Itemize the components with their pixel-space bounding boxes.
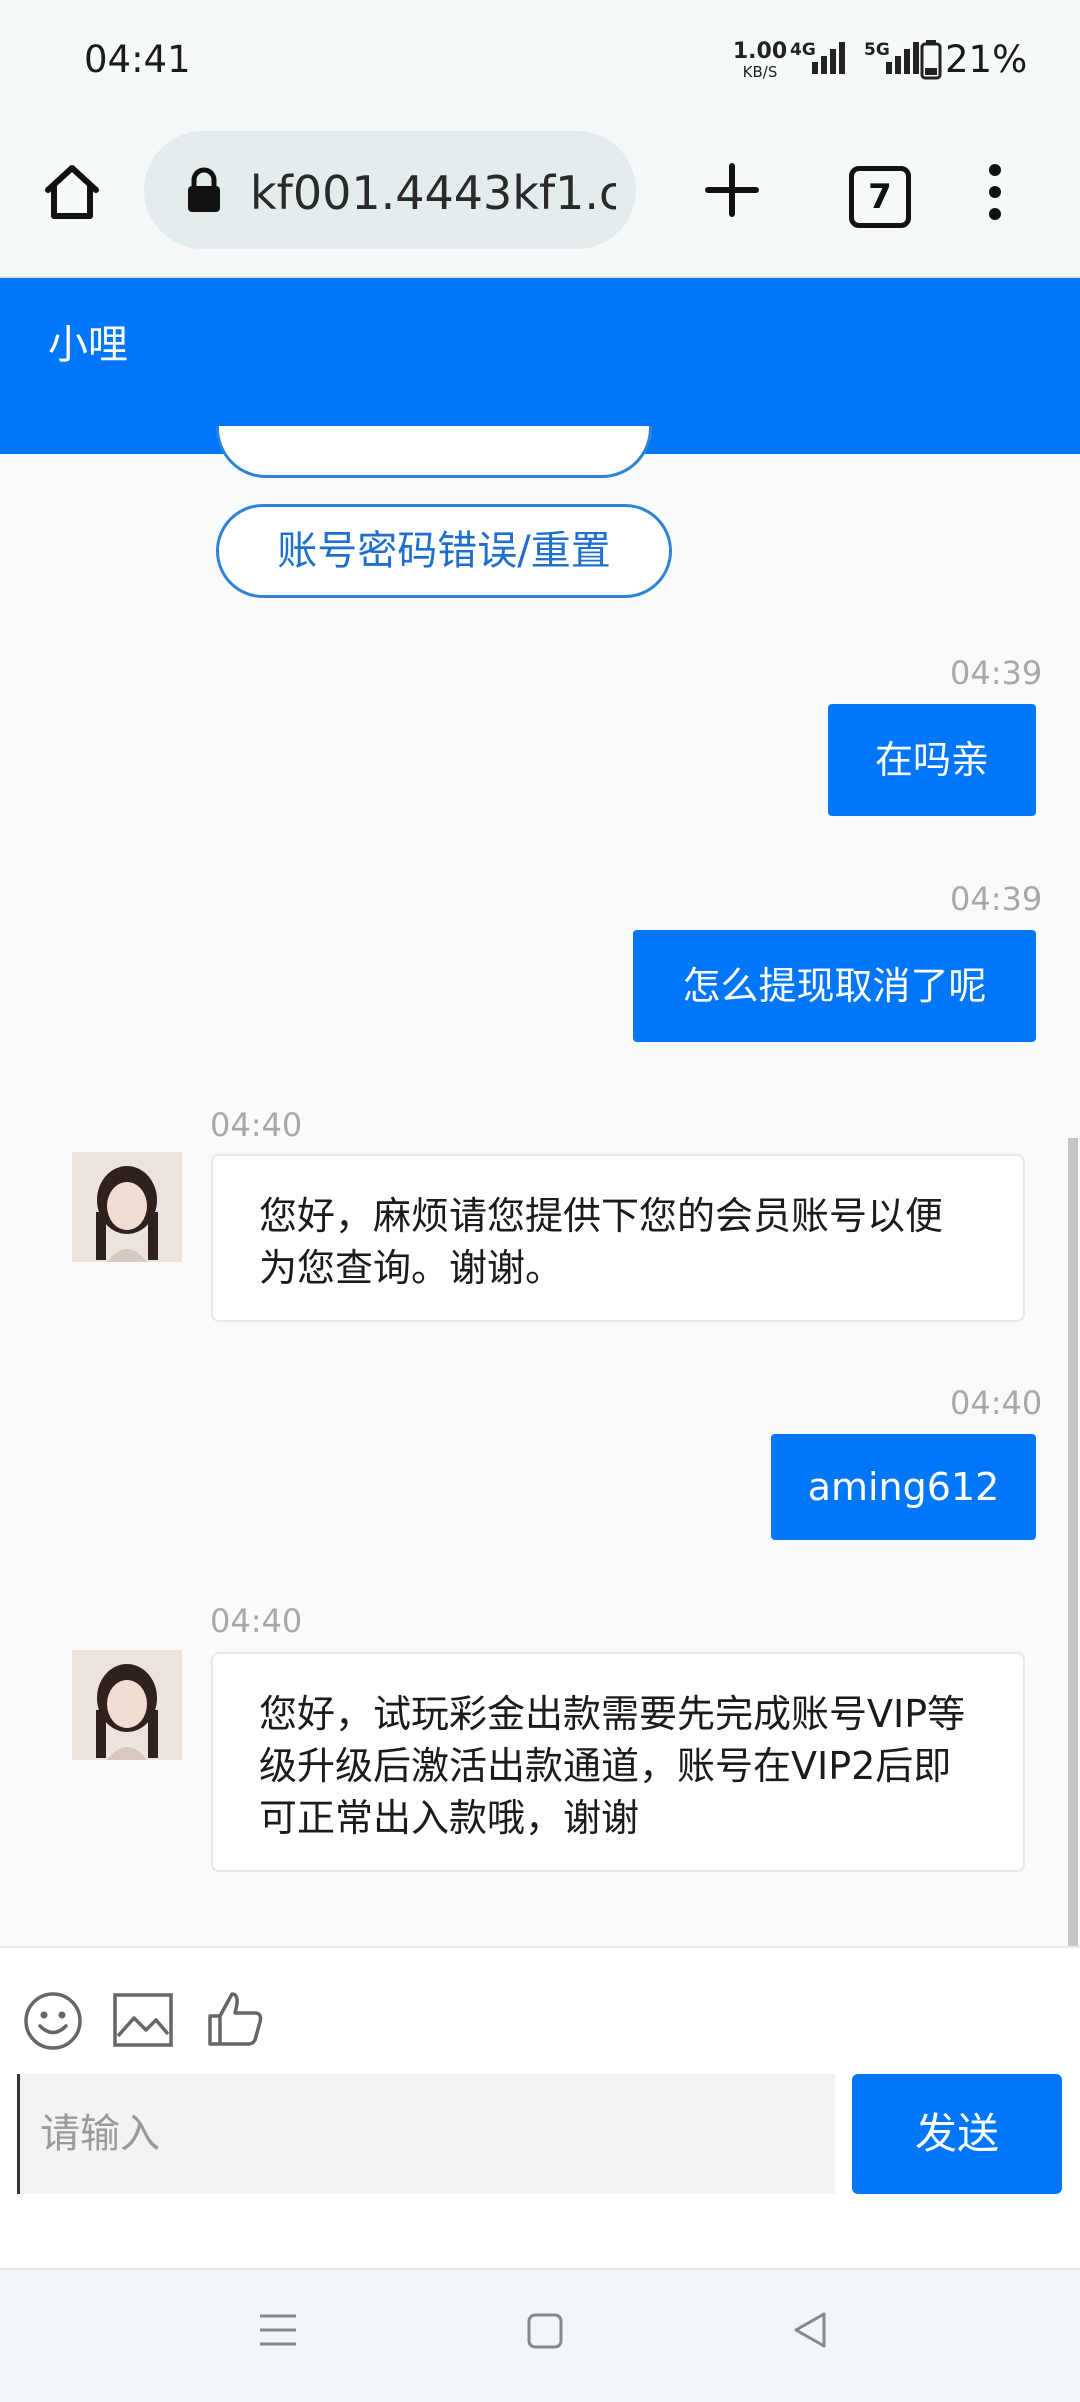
outgoing-message: 怎么提现取消了呢: [633, 930, 1036, 1042]
status-time: 04:41: [84, 38, 191, 81]
message-time: 04:40: [950, 1384, 1043, 1422]
tabs-button[interactable]: 7: [849, 166, 911, 228]
quick-reply-button[interactable]: [216, 426, 652, 478]
battery-icon: [920, 40, 944, 84]
incoming-message: 您好，试玩彩金出款需要先完成账号VIP等级升级后激活出款通道，账号在VIP2后即…: [211, 1652, 1025, 1872]
agent-avatar: [72, 1650, 182, 1760]
outgoing-message: 在吗亲: [828, 704, 1036, 816]
message-time: 04:39: [950, 654, 1043, 692]
message-time: 04:40: [210, 1602, 303, 1640]
lock-icon: [184, 166, 224, 218]
message-time: 04:39: [950, 880, 1043, 918]
back-icon[interactable]: [790, 2310, 830, 2354]
network-speed-unit: KB/S: [742, 63, 778, 81]
chat-scrollbar[interactable]: [1068, 1138, 1078, 1946]
outgoing-message: aming612: [771, 1434, 1036, 1540]
image-icon[interactable]: [112, 1992, 174, 2052]
thumbs-up-icon[interactable]: [204, 1988, 266, 2054]
incoming-message: 您好，麻烦请您提供下您的会员账号以便为您查询。谢谢。: [211, 1154, 1025, 1322]
url-text[interactable]: kf001.4443kf1.cc: [250, 166, 616, 220]
agent-avatar: [72, 1152, 182, 1262]
add-tab-icon[interactable]: [702, 160, 762, 224]
message-input[interactable]: [17, 2074, 835, 2194]
battery-level: 21%: [945, 38, 1028, 81]
menu-icon[interactable]: [258, 2310, 298, 2354]
network-speed-value: 1.00: [732, 39, 788, 64]
chat-title: 小哩: [48, 322, 128, 368]
network-speed: 1.00 KB/S: [732, 39, 788, 82]
send-button[interactable]: 发送: [852, 2074, 1062, 2194]
emoji-icon[interactable]: [22, 1990, 84, 2056]
home-button-icon[interactable]: [526, 2312, 564, 2354]
more-vert-icon[interactable]: [980, 160, 1010, 228]
message-time: 04:40: [210, 1106, 303, 1144]
home-icon[interactable]: [40, 160, 104, 228]
quick-reply-button[interactable]: 账号密码错误/重置: [216, 504, 672, 598]
